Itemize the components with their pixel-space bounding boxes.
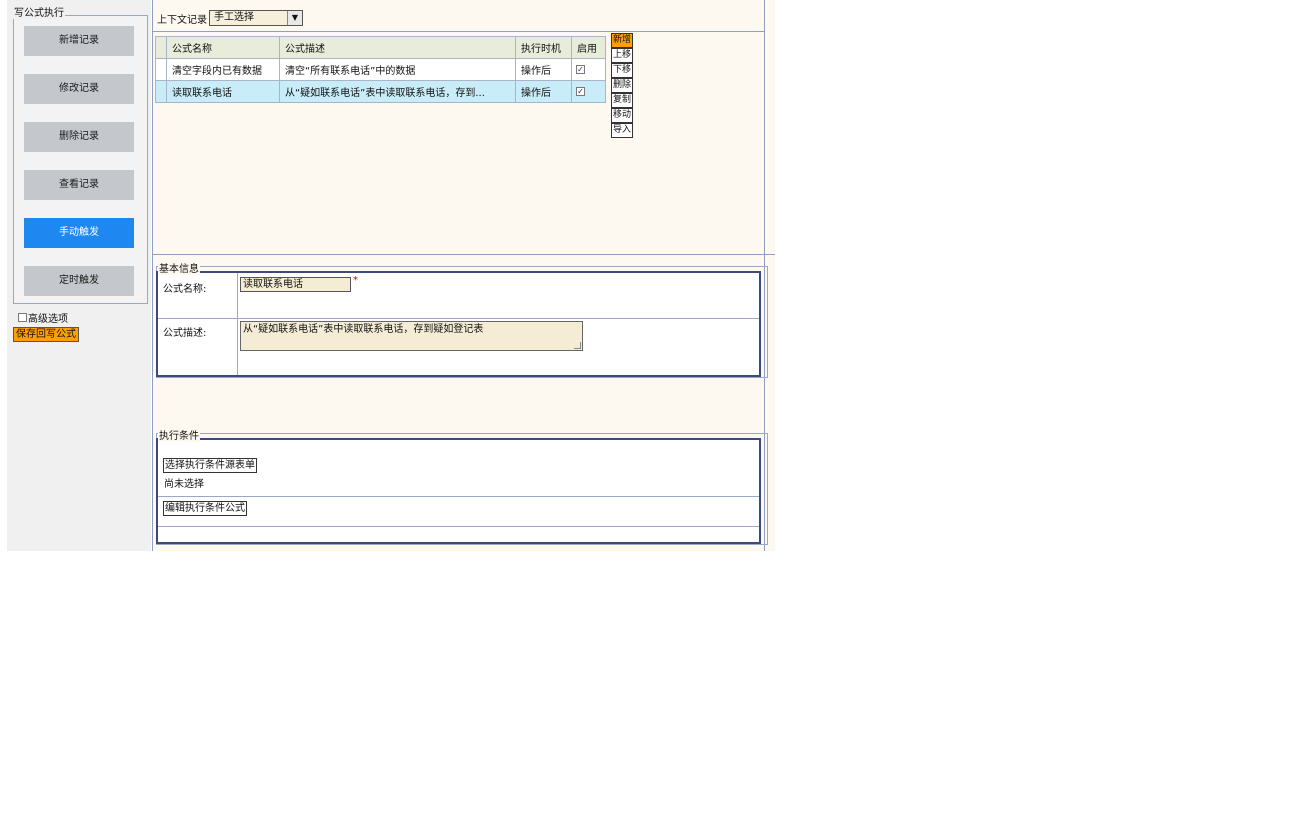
trigger-edit-record-button[interactable]: 修改记录 <box>24 74 134 104</box>
column-header-desc[interactable]: 公式描述 <box>279 36 516 59</box>
condition-source-status: 尚未选择 <box>164 479 204 490</box>
copy-formula-button[interactable]: 复制 <box>611 93 633 108</box>
table-header-row: 公式名称 公式描述 执行时机 启用 <box>155 36 606 59</box>
table-row[interactable]: 读取联系电话 从“疑如联系电话”表中读取联系电话，存到... 操作后 ✓ <box>155 80 606 103</box>
add-formula-button[interactable]: 新增 <box>611 33 633 48</box>
app-window: 写公式执行 新增记录 修改记录 删除记录 查看记录 手动触发 定时触发 高级选项… <box>7 0 775 551</box>
delete-formula-button[interactable]: 删除 <box>611 78 633 93</box>
column-header-timing[interactable]: 执行时机 <box>515 36 572 59</box>
row-divider <box>158 318 759 319</box>
move-down-button[interactable]: 下移 <box>611 63 633 78</box>
trigger-new-record-button[interactable]: 新增记录 <box>24 26 134 56</box>
advanced-options-label: 高级选项 <box>28 314 68 325</box>
exec-conditions-table: 选择执行条件源表单 尚未选择 编辑执行条件公式 <box>156 438 761 544</box>
row-handle[interactable] <box>155 80 167 103</box>
formula-enabled-cell: ✓ <box>571 80 606 103</box>
left-panel: 写公式执行 新增记录 修改记录 删除记录 查看记录 手动触发 定时触发 高级选项… <box>7 0 151 551</box>
formula-desc-value: 从“疑如联系电话”表中读取联系电话，存到疑如登记表 <box>243 324 484 335</box>
table-row[interactable]: 清空字段内已有数据 清空“所有联系电话”中的数据 操作后 ✓ <box>155 58 606 81</box>
enabled-checkbox[interactable]: ✓ <box>576 87 585 96</box>
toolbar-divider <box>152 31 764 32</box>
formula-enabled-cell: ✓ <box>571 58 606 81</box>
formula-actions-toolbar: 新增 上移 下移 删除 复制 移动 导入 <box>611 33 633 138</box>
trigger-delete-record-button[interactable]: 删除记录 <box>24 122 134 152</box>
row-divider <box>158 526 759 527</box>
main-panel: 上下文记录 手工选择 ▼ 公式名称 公式描述 执行时机 启用 清空字段内已有数据… <box>152 0 775 551</box>
trigger-group: 新增记录 修改记录 删除记录 查看记录 手动触发 定时触发 <box>13 15 148 304</box>
row-divider <box>158 496 759 497</box>
required-mark: * <box>353 275 358 286</box>
advanced-options-checkbox[interactable] <box>18 313 27 322</box>
formula-desc-cell: 清空“所有联系电话”中的数据 <box>279 58 516 81</box>
formula-name-input[interactable]: 读取联系电话 <box>240 277 351 292</box>
formula-timing-cell: 操作后 <box>515 80 572 103</box>
import-formula-button[interactable]: 导入 <box>611 123 633 138</box>
save-writeback-formula-button[interactable]: 保存回写公式 <box>13 327 79 342</box>
formula-desc-textarea[interactable]: 从“疑如联系电话”表中读取联系电话，存到疑如登记表 <box>240 321 583 351</box>
context-record-row: 上下文记录 手工选择 ▼ <box>157 10 303 26</box>
trigger-group-title: 写公式执行 <box>13 4 65 19</box>
exec-conditions-title: 执行条件 <box>158 427 200 442</box>
basic-info-title: 基本信息 <box>158 260 200 275</box>
formula-desc-label: 公式描述: <box>163 328 207 339</box>
trigger-scheduled-button[interactable]: 定时触发 <box>24 266 134 296</box>
context-record-select[interactable]: 手工选择 ▼ <box>209 10 303 26</box>
formula-desc-cell: 从“疑如联系电话”表中读取联系电话，存到... <box>279 80 516 103</box>
chevron-down-icon[interactable]: ▼ <box>287 11 302 25</box>
enabled-checkbox[interactable]: ✓ <box>576 65 585 74</box>
formula-name-cell: 读取联系电话 <box>166 80 280 103</box>
move-formula-button[interactable]: 移动 <box>611 108 633 123</box>
column-header-name[interactable]: 公式名称 <box>166 36 280 59</box>
list-divider <box>152 254 775 255</box>
formula-timing-cell: 操作后 <box>515 58 572 81</box>
context-record-value: 手工选择 <box>214 12 254 23</box>
row-handle[interactable] <box>155 58 167 81</box>
select-condition-source-button[interactable]: 选择执行条件源表单 <box>163 458 257 473</box>
column-header-enabled[interactable]: 启用 <box>571 36 606 59</box>
trigger-view-record-button[interactable]: 查看记录 <box>24 170 134 200</box>
context-record-label: 上下文记录 <box>157 14 207 26</box>
formula-name-label: 公式名称: <box>163 284 207 295</box>
trigger-manual-button[interactable]: 手动触发 <box>24 218 134 248</box>
formula-list-table: 公式名称 公式描述 执行时机 启用 清空字段内已有数据 清空“所有联系电话”中的… <box>155 36 606 103</box>
move-up-button[interactable]: 上移 <box>611 48 633 63</box>
panel-divider-left <box>152 0 153 551</box>
resize-grip-icon[interactable] <box>574 342 581 349</box>
row-handle-header <box>155 36 167 59</box>
cell-divider <box>237 273 238 375</box>
basic-info-table: 公式名称: 读取联系电话 * 公式描述: 从“疑如联系电话”表中读取联系电话，存… <box>156 271 761 377</box>
edit-condition-formula-button[interactable]: 编辑执行条件公式 <box>163 501 247 516</box>
advanced-options-row: 高级选项 <box>18 310 68 325</box>
formula-name-cell: 清空字段内已有数据 <box>166 58 280 81</box>
